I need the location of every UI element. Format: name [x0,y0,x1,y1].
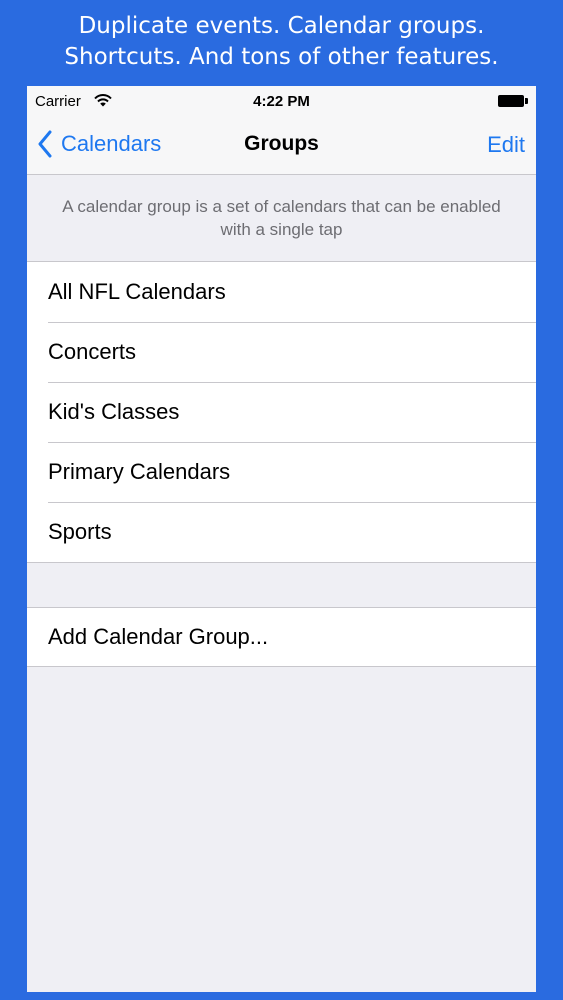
promo-banner: Duplicate events. Calendar groups. Short… [0,0,563,86]
add-calendar-group-label: Add Calendar Group... [48,624,269,649]
group-label: Concerts [48,339,137,364]
promo-line-1: Duplicate events. Calendar groups. [78,13,485,39]
group-label: Primary Calendars [48,459,231,484]
phone-screen: Carrier 4:22 PM Calendars Groups Edit A … [27,86,536,992]
group-label: All NFL Calendars [48,279,226,304]
group-row-kids-classes[interactable]: Kid's Classes [27,382,536,442]
group-row-concerts[interactable]: Concerts [27,322,536,382]
promo-line-2: Shortcuts. And tons of other features. [64,44,499,70]
page-title: Groups [244,132,319,155]
edit-button[interactable]: Edit [487,132,525,158]
section-description: A calendar group is a set of calendars t… [62,197,501,239]
battery-icon [498,95,528,107]
group-list: All NFL Calendars Concerts Kid's Classes… [27,261,536,563]
group-row-all-nfl-calendars[interactable]: All NFL Calendars [27,262,536,322]
add-calendar-group-button[interactable]: Add Calendar Group... [27,607,536,667]
group-label: Kid's Classes [48,399,180,424]
group-label: Sports [48,519,112,544]
status-bar: Carrier 4:22 PM [27,86,536,116]
status-time: 4:22 PM [253,93,310,110]
group-row-sports[interactable]: Sports [27,502,536,562]
navigation-bar: Calendars Groups Edit [27,116,536,175]
group-row-primary-calendars[interactable]: Primary Calendars [27,442,536,502]
